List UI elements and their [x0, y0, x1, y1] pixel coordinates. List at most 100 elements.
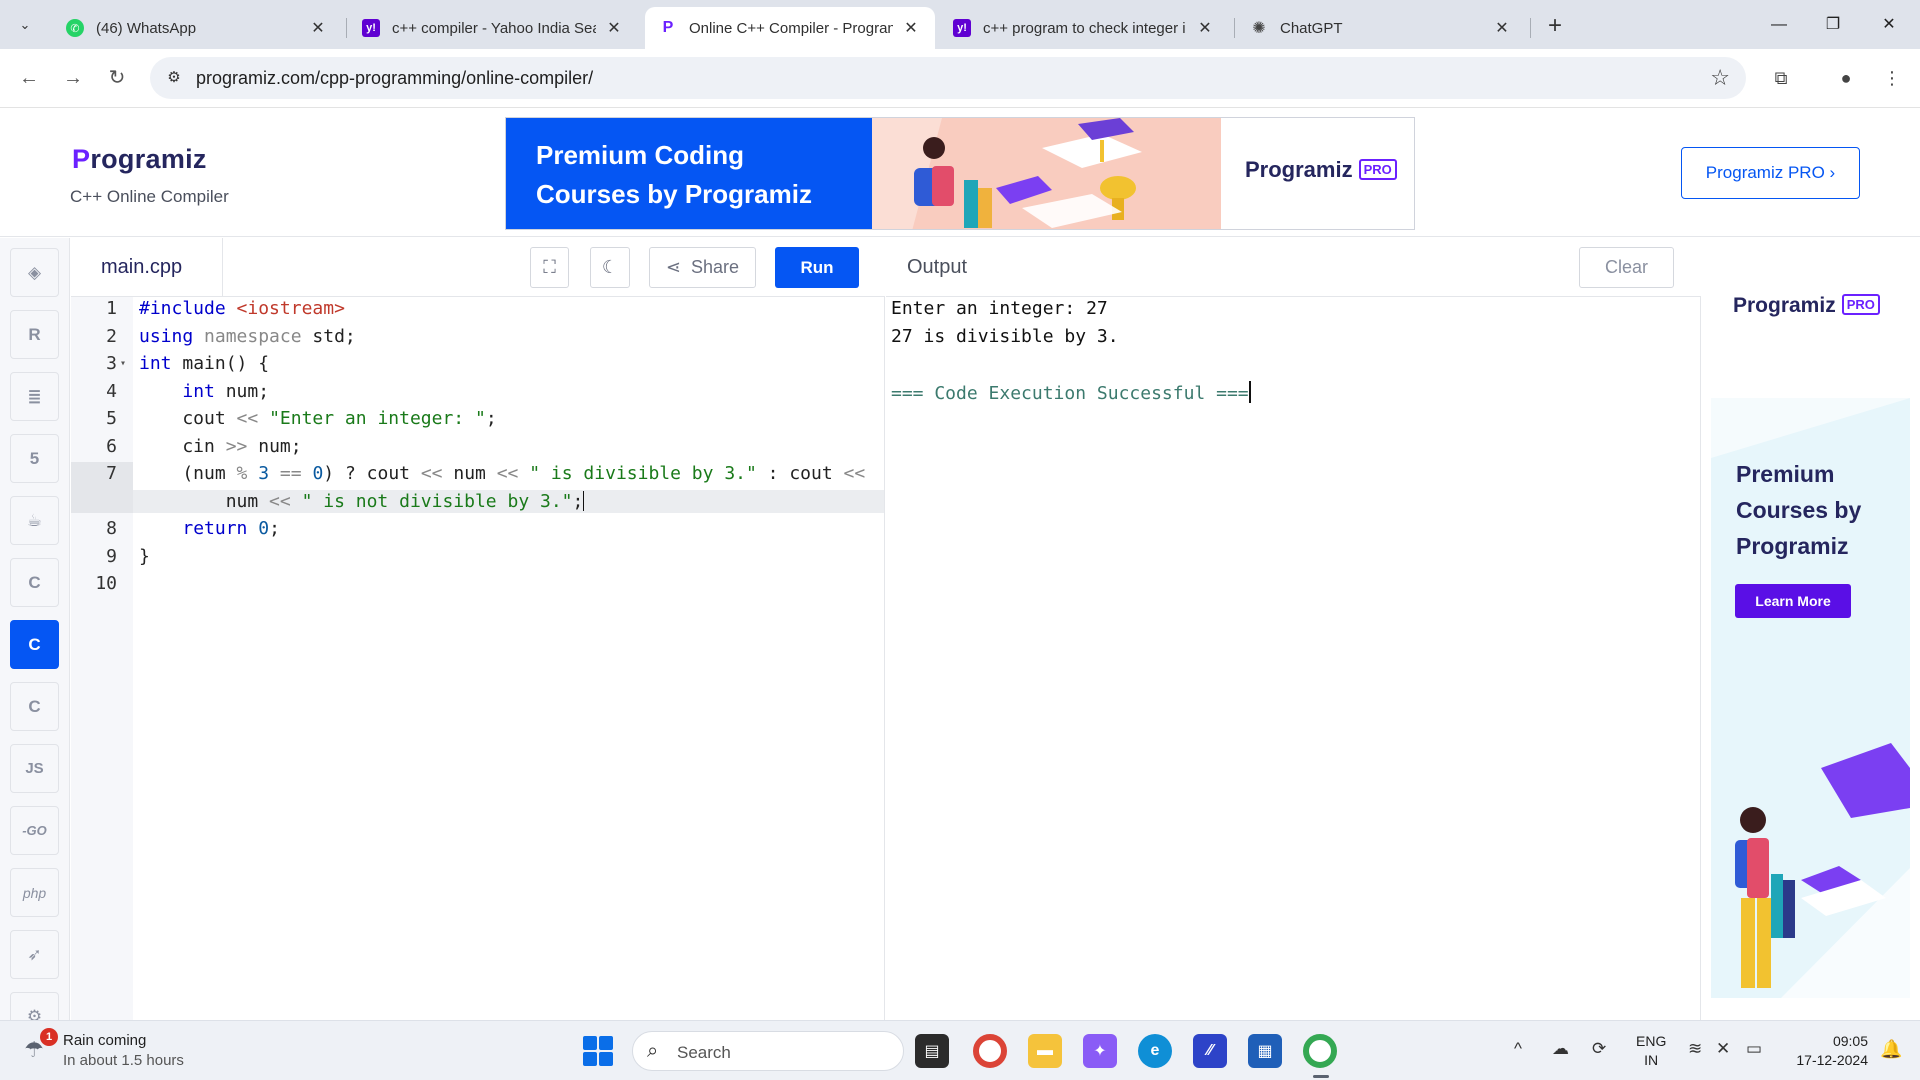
code-token: % — [236, 463, 248, 484]
task-view-icon[interactable]: ▤ — [915, 1034, 949, 1068]
learn-more-button[interactable]: Learn More — [1735, 584, 1851, 618]
bookmark-star-icon[interactable]: ☆ — [1710, 65, 1730, 91]
code-line: using namespace std; — [139, 326, 356, 347]
sync-icon[interactable]: ⟳ — [1592, 1039, 1606, 1059]
close-icon[interactable]: ✕ — [308, 18, 328, 38]
battery-icon[interactable]: ▭ — [1746, 1039, 1762, 1059]
line-number: 2 — [106, 326, 117, 347]
app-icon[interactable]: ⁄⁄ — [1193, 1034, 1227, 1068]
clear-button[interactable]: Clear — [1579, 247, 1674, 288]
code-token: >> — [225, 436, 248, 457]
url-text[interactable]: programiz.com/cpp-programming/online-com… — [196, 68, 593, 89]
lang-php[interactable]: php — [10, 868, 59, 917]
chrome-profile-icon[interactable] — [1303, 1034, 1337, 1068]
profile-icon[interactable]: ● — [1830, 62, 1862, 94]
reload-button[interactable]: ↻ — [102, 63, 132, 93]
browser-tab-strip: ⌄ ✆ (46) WhatsApp ✕ y! c++ compiler - Ya… — [0, 0, 1920, 49]
programiz-pro-button[interactable]: Programiz PRO › — [1681, 147, 1860, 199]
line-number: 10 — [95, 573, 117, 594]
lang-html[interactable]: 5 — [10, 434, 59, 483]
lang-sql[interactable]: ≣ — [10, 372, 59, 421]
microsoft-store-icon[interactable]: ▦ — [1248, 1034, 1282, 1068]
run-button[interactable]: Run — [775, 247, 859, 288]
output-toolbar: Output Clear — [886, 238, 1701, 297]
edge-icon[interactable]: e — [1138, 1034, 1172, 1068]
tab-whatsapp[interactable]: ✆ (46) WhatsApp ✕ — [52, 7, 342, 49]
windows-taskbar: ☂ 1 Rain coming In about 1.5 hours ⌕ Sea… — [0, 1020, 1920, 1080]
code-editor[interactable]: 1 2 3 ▾ 4 5 6 7 8 9 10 #include <iostrea… — [71, 297, 885, 1020]
onedrive-icon[interactable]: ☁ — [1552, 1039, 1569, 1059]
copilot-icon[interactable]: ✦ — [1083, 1034, 1117, 1068]
language-sidebar: ◈ R ≣ 5 ☕ C C C JS -GO php ➶ ⚙ — [0, 238, 70, 1020]
address-bar[interactable]: ⚙ programiz.com/cpp-programming/online-c… — [150, 57, 1746, 99]
tab-yahoo-search[interactable]: y! c++ compiler - Yahoo India Sea ✕ — [348, 7, 638, 49]
lang-swift[interactable]: ➶ — [10, 930, 59, 979]
lang-r[interactable]: R — [10, 310, 59, 359]
tab-yahoo-integer[interactable]: y! c++ program to check integer i ✕ — [939, 7, 1229, 49]
tab-programiz-compiler[interactable]: P Online C++ Compiler - Progran ✕ — [645, 7, 935, 49]
line-number: 9 — [106, 546, 117, 567]
code-token: << — [269, 491, 291, 512]
file-explorer-icon[interactable]: ▬ — [1028, 1034, 1062, 1068]
site-header: Programiz C++ Online Compiler Premium Co… — [0, 108, 1920, 237]
clock-time: 09:05 — [1832, 1033, 1868, 1049]
code-token: int — [139, 353, 172, 374]
programiz-logo[interactable]: Programiz — [72, 144, 207, 175]
code-token: << — [843, 463, 866, 484]
volume-muted-icon[interactable]: ✕ — [1716, 1039, 1730, 1059]
restore-button[interactable]: ❐ — [1810, 10, 1856, 40]
chevron-up-icon[interactable]: ^ — [1514, 1039, 1522, 1059]
extensions-icon[interactable]: ⧉ — [1765, 62, 1797, 94]
ad-banner[interactable]: Premium Coding Courses by Programiz Prog… — [505, 117, 1415, 230]
wifi-icon[interactable]: ≋ — [1688, 1039, 1702, 1059]
code-line: cout << "Enter an integer: "; — [139, 408, 497, 429]
chatgpt-icon: ✺ — [1252, 20, 1266, 37]
tab-chatgpt[interactable]: ✺ ChatGPT ✕ — [1236, 7, 1526, 49]
lang-java[interactable]: ☕ — [10, 496, 59, 545]
minimize-icon: — — [1771, 16, 1787, 33]
back-button[interactable]: ← — [14, 63, 44, 93]
minimize-button[interactable]: — — [1756, 10, 1802, 40]
search-label: Search — [677, 1043, 731, 1062]
close-icon[interactable]: ✕ — [1492, 18, 1512, 38]
tab-search-button[interactable]: ⌄ — [10, 10, 40, 40]
site-info-icon[interactable]: ⚙ — [164, 68, 184, 88]
close-icon[interactable]: ✕ — [1195, 18, 1215, 38]
r-icon: R — [28, 324, 41, 344]
lang-javascript[interactable]: JS — [10, 744, 59, 793]
menu-icon[interactable]: ⋮ — [1876, 62, 1908, 94]
taskbar-search[interactable]: ⌕ Search — [632, 1031, 904, 1071]
lang-cpp[interactable]: C — [10, 620, 59, 669]
system-clock[interactable]: 09:05 17-12-2024 — [1788, 1032, 1868, 1070]
close-icon[interactable]: ✕ — [604, 18, 624, 38]
weather-title: Rain coming — [63, 1032, 147, 1049]
lang-c[interactable]: C — [10, 558, 59, 607]
forward-button[interactable]: → — [58, 63, 88, 93]
file-tab-main-cpp[interactable]: main.cpp — [71, 238, 223, 297]
input-language[interactable]: ENG IN — [1636, 1032, 1666, 1070]
lang-csharp[interactable]: C — [10, 682, 59, 731]
share-button[interactable]: ⋖ Share — [649, 247, 756, 288]
lang-python[interactable]: ◈ — [10, 248, 59, 297]
go-icon: -GO — [22, 823, 47, 838]
banner-headline-line2: Courses by Programiz — [536, 179, 812, 209]
start-button[interactable] — [583, 1036, 613, 1066]
banner-brand: Programiz PRO — [1221, 118, 1414, 229]
close-icon[interactable]: ✕ — [901, 18, 921, 38]
theme-toggle-button[interactable]: ☾ — [590, 247, 630, 288]
banner-illustration — [872, 118, 1221, 229]
fold-arrow-icon[interactable]: ▾ — [120, 358, 126, 369]
new-tab-button[interactable]: + — [1540, 12, 1570, 42]
c-icon: C — [28, 572, 41, 592]
notification-bell-icon[interactable]: 🔔 — [1880, 1039, 1902, 1060]
close-window-button[interactable]: ✕ — [1866, 10, 1912, 40]
lang-go[interactable]: -GO — [10, 806, 59, 855]
logo-mark: P — [72, 144, 91, 174]
chrome-icon[interactable] — [973, 1034, 1007, 1068]
execution-status: === Code Execution Successful === — [891, 383, 1249, 404]
lang-rust[interactable]: ⚙ — [10, 992, 59, 1020]
side-ad[interactable]: Programiz PRO Premium Courses by Programi… — [1711, 248, 1910, 998]
fullscreen-button[interactable]: ⛶ — [530, 247, 569, 288]
output-console[interactable]: Enter an integer: 27 27 is divisible by … — [886, 297, 1701, 1020]
yahoo-icon: y! — [953, 19, 971, 37]
